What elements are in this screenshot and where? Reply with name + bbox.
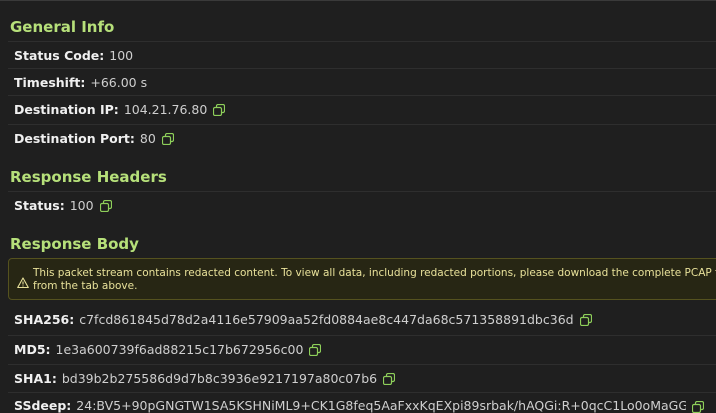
destination-ip-label: Destination IP: (14, 102, 119, 117)
sha256-row: SHA256: c7fcd861845d78d2a4116e57909aa52f… (8, 306, 716, 333)
copy-icon[interactable] (579, 313, 592, 326)
response-headers-title: Response Headers (10, 168, 167, 186)
destination-ip-row: Destination IP: 104.21.76.80 (8, 95, 716, 123)
destination-port-value: 80 (139, 131, 156, 146)
warning-icon (17, 274, 29, 289)
notice-text: This packet stream contains redacted con… (33, 267, 716, 292)
copy-icon[interactable] (309, 343, 322, 356)
redacted-content-notice: This packet stream contains redacted con… (8, 258, 716, 300)
sha1-value: bd39b2b275586d9d7b8c3936e9217197a80c07b6 (61, 371, 378, 386)
copy-icon[interactable] (213, 103, 226, 116)
md5-value: 1e3a600739f6ad88215c17b672956c00 (55, 342, 304, 357)
status-code-label: Status Code: (14, 48, 105, 63)
ssdeep-label: SSdeep: (14, 398, 72, 413)
copy-icon[interactable] (383, 372, 396, 385)
general-info-title: General Info (10, 18, 115, 36)
response-body-title: Response Body (10, 235, 139, 253)
status-row: Status: 100 (8, 191, 716, 219)
sha256-label: SHA256: (14, 312, 75, 327)
timeshift-label: Timeshift: (14, 75, 86, 90)
destination-ip-value: 104.21.76.80 (123, 102, 208, 117)
destination-port-row: Destination Port: 80 (8, 124, 716, 152)
ssdeep-value: 24:BV5+90pGNGTW1SA5KSHNiML9+CK1G8feq5AaF… (76, 398, 687, 413)
md5-label: MD5: (14, 342, 51, 357)
sha256-value: c7fcd861845d78d2a4116e57909aa52fd0884ae8… (79, 312, 574, 327)
md5-row: MD5: 1e3a600739f6ad88215c17b672956c00 (8, 335, 716, 363)
status-code-row: Status Code: 100 (8, 41, 716, 69)
panel-top-border (0, 0, 716, 9)
copy-icon[interactable] (161, 132, 174, 145)
status-label: Status: (14, 198, 65, 213)
timeshift-value: +66.00 s (90, 75, 148, 90)
destination-port-label: Destination Port: (14, 131, 135, 146)
sha1-label: SHA1: (14, 371, 57, 386)
status-code-value: 100 (109, 48, 134, 63)
copy-icon[interactable] (99, 199, 112, 212)
sha1-row: SHA1: bd39b2b275586d9d7b8c3936e9217197a8… (8, 364, 716, 392)
copy-icon[interactable] (692, 401, 705, 413)
timeshift-row: Timeshift: +66.00 s (8, 68, 716, 96)
ssdeep-row: SSdeep: 24:BV5+90pGNGTW1SA5KSHNiML9+CK1G… (8, 392, 716, 413)
status-value: 100 (69, 198, 94, 213)
